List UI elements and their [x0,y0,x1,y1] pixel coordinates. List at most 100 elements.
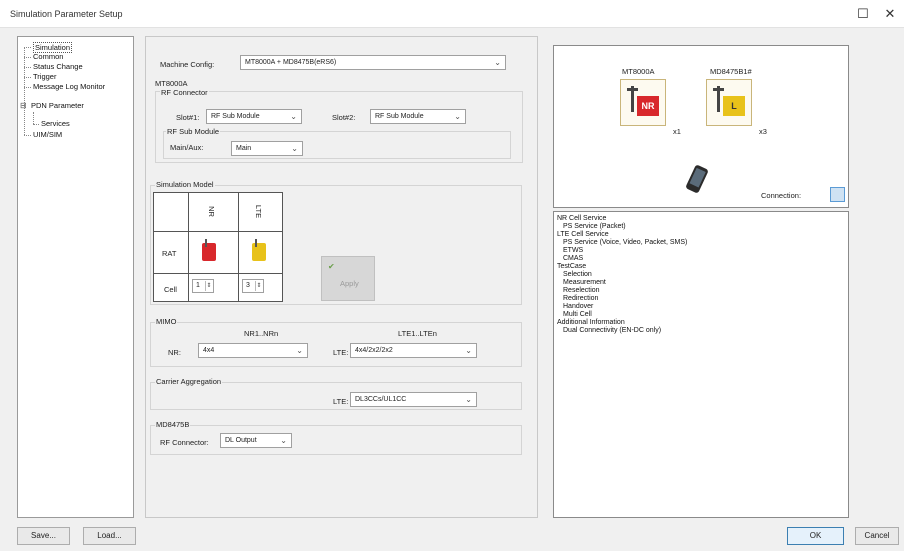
connection-button[interactable] [830,187,845,202]
chevron-down-icon: ⌄ [290,112,297,121]
service-item: PS Service (Voice, Video, Packet, SMS) [563,239,688,246]
nr-mimo-value: 4x4 [203,347,215,354]
check-icon: ✔ [328,262,335,271]
tree-item-common[interactable]: Common [33,52,63,61]
load-button[interactable]: Load... [83,527,136,545]
tree-item-status-change[interactable]: Status Change [33,62,83,71]
column-header-nr: NR [206,206,216,217]
md8475b-rf-label: RF Connector: [160,438,209,447]
chevron-down-icon: ⌄ [494,58,501,67]
chevron-down-icon: ⌄ [454,112,461,121]
md8475b-label: MD8475B1# [710,67,752,76]
maximize-button[interactable]: ☐ [852,5,874,23]
column-header-lte: LTE [254,204,264,219]
machine-config-select[interactable]: MT8000A + MD8475B(eRS6) ⌄ [240,55,506,70]
ok-button[interactable]: OK [787,527,844,545]
slot2-value: RF Sub Module [375,113,424,120]
table-divider [188,193,189,301]
spin-arrows-icon[interactable]: ⇕ [255,281,262,291]
tree-connector [24,47,25,135]
machine-config-label: Machine Config: [160,60,215,69]
md8475b-title: MD8475B [155,420,191,429]
nr-mimo-label: NR: [168,348,181,357]
md8475b-rf-select[interactable]: DL Output ⌄ [220,433,292,448]
apply-label: Apply [340,279,359,288]
table-divider [154,273,282,274]
tree-item-message-log-monitor[interactable]: Message Log Monitor [33,82,105,91]
simulation-model-title: Simulation Model [155,180,215,189]
chevron-down-icon: ⌄ [280,436,287,445]
antenna-tower-icon [713,88,724,91]
service-item: Additional Information [557,319,625,326]
service-item: Reselection [563,287,600,294]
settings-panel: Machine Config: MT8000A + MD8475B(eRS6) … [145,36,538,518]
lte-rat-icon[interactable] [252,239,266,261]
lte-cell-stepper[interactable]: 3 ⇕ [242,279,264,293]
service-item: Multi Cell [563,311,592,318]
chevron-down-icon: ⌄ [465,395,472,404]
navigation-tree: Simulation Common Status Change Trigger … [17,36,134,518]
ca-lte-select[interactable]: DL3CCs/UL1CC ⌄ [350,392,477,407]
chevron-down-icon: ⌄ [296,346,303,355]
connection-label: Connection: [761,191,802,200]
main-aux-label: Main/Aux: [170,143,204,152]
service-item: PS Service (Packet) [563,223,626,230]
topology-view: MT8000A MD8475B1# NR x1 L x3 Connection: [553,45,849,208]
chevron-down-icon: ⌄ [465,346,472,355]
chevron-down-icon: ⌄ [291,144,298,153]
nr-cell-stepper[interactable]: 1 ⇕ [192,279,214,293]
lte-count: x3 [759,127,767,136]
title-bar: Simulation Parameter Setup ☐ ✕ [0,0,904,28]
tree-item-trigger[interactable]: Trigger [33,72,56,81]
window-title: Simulation Parameter Setup [10,9,123,19]
phone-icon[interactable] [685,164,709,194]
spin-arrows-icon[interactable]: ⇕ [205,281,212,291]
slot2-select[interactable]: RF Sub Module ⌄ [370,109,466,124]
service-item: Selection [563,271,592,278]
nr-count: x1 [673,127,681,136]
slot1-label: Slot#1: [176,113,200,122]
mt8000a-label: MT8000A [622,67,655,76]
lte-mimo-select[interactable]: 4x4/2x2/2x2 ⌄ [350,343,477,358]
tree-connector [24,47,31,48]
tree-item-uim-sim[interactable]: UIM/SIM [33,130,62,139]
save-button[interactable]: Save... [17,527,70,545]
slot1-value: RF Sub Module [211,113,260,120]
service-item: Handover [563,303,594,310]
rf-sub-module-title: RF Sub Module [166,127,221,136]
table-divider [154,231,282,232]
mt8000a-section-title: MT8000A [155,79,188,88]
tree-connector [24,87,31,88]
service-item: Measurement [563,279,606,286]
nr-rat-icon[interactable] [202,239,216,261]
main-aux-select[interactable]: Main ⌄ [231,141,303,156]
row-header-cell: Cell [164,285,177,294]
slot1-select[interactable]: RF Sub Module ⌄ [206,109,302,124]
lte-badge: L [723,96,745,116]
tree-item-pdn-parameter[interactable]: PDN Parameter [31,101,84,110]
apply-button[interactable]: ✔ Apply [321,256,375,301]
collapse-icon[interactable]: ⊟ [20,101,27,110]
nr-mimo-select[interactable]: 4x4 ⌄ [198,343,308,358]
service-item: CMAS [563,255,584,262]
service-item: LTE Cell Service [557,231,609,238]
antenna-mast-icon [205,239,207,247]
tree-connector [24,77,31,78]
close-button[interactable]: ✕ [879,5,901,23]
nr-cell-value: 1 [196,282,200,289]
main-aux-value: Main [236,145,252,152]
tree-item-services[interactable]: Services [41,119,70,128]
service-item: Redirection [563,295,599,302]
nr-header: NR1..NRn [244,329,279,338]
nr-base-station[interactable]: NR [620,79,666,126]
cancel-button[interactable]: Cancel [855,527,899,545]
rf-connector-title: RF Connector [160,88,209,97]
ca-lte-label: LTE: [333,397,349,406]
row-header-rat: RAT [162,249,177,258]
service-item: TestCase [557,263,587,270]
mimo-title: MIMO [155,317,178,326]
service-item: ETWS [563,247,584,254]
lte-base-station[interactable]: L [706,79,752,126]
phone-screen [689,167,706,188]
nr-badge: NR [637,96,659,116]
